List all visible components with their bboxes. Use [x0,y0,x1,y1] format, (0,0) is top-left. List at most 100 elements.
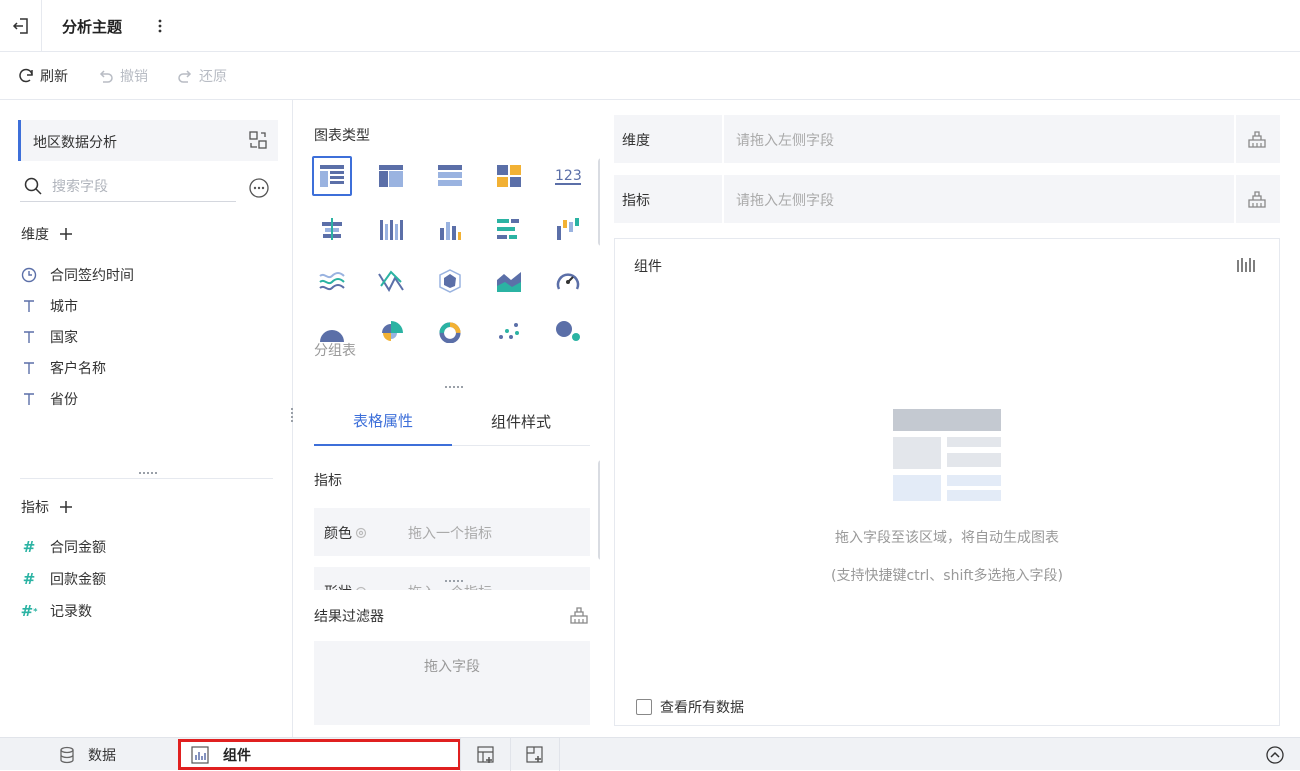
field-item-province[interactable]: 省份 [21,388,78,410]
add-dashboard-button[interactable] [510,738,560,771]
chart-settings-icon[interactable] [1235,254,1257,276]
result-filter-drop-zone[interactable]: 拖入字段 [314,641,590,725]
resize-handle[interactable] [445,386,463,388]
add-component-button[interactable] [460,738,510,771]
chart-type-scatter[interactable] [489,312,529,352]
chart-type-line[interactable] [312,261,352,301]
view-all-data-checkbox[interactable]: 查看所有数据 [636,697,744,717]
empty-hint: 拖入字段至该区域，将自动生成图表 [835,530,1059,546]
add-dimension-icon[interactable] [59,227,73,241]
checkbox-box[interactable] [636,699,652,715]
search-input[interactable] [52,176,232,198]
measure-shelf-label: 指标 [622,193,650,209]
tab-table-properties[interactable]: 表格属性 [314,396,452,446]
field-label: 回款金额 [50,572,106,588]
refresh-label: 刷新 [40,69,68,85]
chart-type-column[interactable] [430,209,470,249]
clear-filter-icon[interactable] [568,604,590,626]
shape-label-text: 形状 [324,582,352,590]
shelf-divider [722,175,724,223]
field-item-contract-amount[interactable]: # 合同金额 [21,536,106,558]
dataset-name: 地区数据分析 [33,135,117,151]
number-type-icon: # [22,570,36,588]
switch-dataset-icon[interactable] [248,130,268,150]
add-dashboard-icon [526,745,543,763]
line-chart-icon [319,272,345,291]
chart-type-area[interactable] [489,261,529,301]
chart-canvas[interactable]: 组件 拖入字段至该区域，将自动生成图表 (支持快捷键ctrl、shift多选拖入… [614,238,1280,726]
semicircle-pie-icon [320,330,344,342]
text-type-icon [21,298,37,314]
more-options-icon[interactable] [248,177,270,199]
chart-type-rose[interactable] [371,312,411,352]
chart-type-multi-column[interactable] [371,209,411,249]
multi-column-icon [380,220,403,240]
radar-icon [439,269,461,293]
field-item-payment-amount[interactable]: # 回款金额 [21,568,106,590]
property-tabs: 表格属性 组件样式 [314,396,590,446]
result-filter-label: 结果过滤器 [314,609,384,625]
dimension-label: 维度 [21,227,49,243]
shape-drop-zone-clip: 形状 拖入一个指标 [314,567,590,590]
field-item-record-count[interactable]: # * 记录数 [21,600,92,622]
clear-shelf-icon[interactable] [1246,188,1268,210]
color-label: 颜色 [324,523,367,543]
chart-type-label: 图表类型 [314,128,370,144]
donut-chart-icon [439,322,461,343]
scatter-icon [499,323,519,339]
measure-label: 指标 [21,500,49,516]
resize-handle[interactable] [139,472,157,474]
panel-resize-handle[interactable] [291,408,293,422]
back-button[interactable] [0,0,42,52]
field-label: 客户名称 [50,361,106,377]
chart-type-radar[interactable] [430,261,470,301]
text-type-icon [21,391,37,407]
clear-shelf-icon[interactable] [1246,128,1268,150]
field-item-date[interactable]: 合同签约时间 [21,264,134,286]
cross-table-icon [379,165,403,187]
refresh-button[interactable]: 刷新 [17,66,68,86]
dimension-shelf[interactable]: 维度 请拖入左侧字段 [614,115,1280,163]
polyline-icon [378,270,404,292]
field-item-country[interactable]: 国家 [21,326,78,348]
resize-handle[interactable] [445,580,463,582]
chart-type-number[interactable]: 123 [548,156,588,196]
chart-type-bubble[interactable] [548,312,588,352]
exit-icon [12,18,28,34]
more-menu-button[interactable] [150,14,170,38]
chart-type-bar[interactable] [489,209,529,249]
number-123-icon: 123 [555,168,582,185]
redo-label: 还原 [199,69,227,85]
field-label: 省份 [50,392,78,408]
property-section-label: 指标 [314,473,342,489]
field-item-customer[interactable]: 客户名称 [21,357,106,379]
undo-button[interactable]: 撤销 [97,66,148,86]
chart-type-cross-table[interactable] [371,156,411,196]
redo-button[interactable]: 还原 [176,66,227,86]
tab-data[interactable]: 数据 [58,738,116,771]
chart-type-waterfall[interactable] [548,209,588,249]
section-splitter [20,478,273,479]
toolbar: 刷新 撤销 还原 [0,52,1300,100]
tab-component-style[interactable]: 组件样式 [452,396,590,446]
chart-type-gauge[interactable] [548,261,588,301]
chart-type-kpi-card[interactable] [489,156,529,196]
tab-component[interactable]: 组件 [178,739,461,770]
color-drop-zone[interactable]: 颜色 拖入一个指标 [314,508,590,556]
measure-shelf[interactable]: 指标 请拖入左侧字段 [614,175,1280,223]
chart-type-stacked-bar[interactable] [312,209,352,249]
add-chart-icon [476,745,494,763]
chart-type-polyline[interactable] [371,261,411,301]
view-all-label: 查看所有数据 [660,700,744,716]
collapse-up-icon[interactable] [1266,746,1284,764]
chart-type-detail-table[interactable] [430,156,470,196]
search-icon [24,177,42,195]
chart-type-grouped-table[interactable] [312,156,352,196]
canvas-title: 组件 [634,259,662,275]
add-measure-icon[interactable] [59,500,73,514]
chart-type-donut[interactable] [430,312,470,352]
field-item-city[interactable]: 城市 [21,295,78,317]
shape-drop-zone[interactable]: 形状 拖入一个指标 [314,567,590,590]
dataset-selector[interactable]: 地区数据分析 [18,120,278,161]
rose-chart-icon [382,321,403,341]
